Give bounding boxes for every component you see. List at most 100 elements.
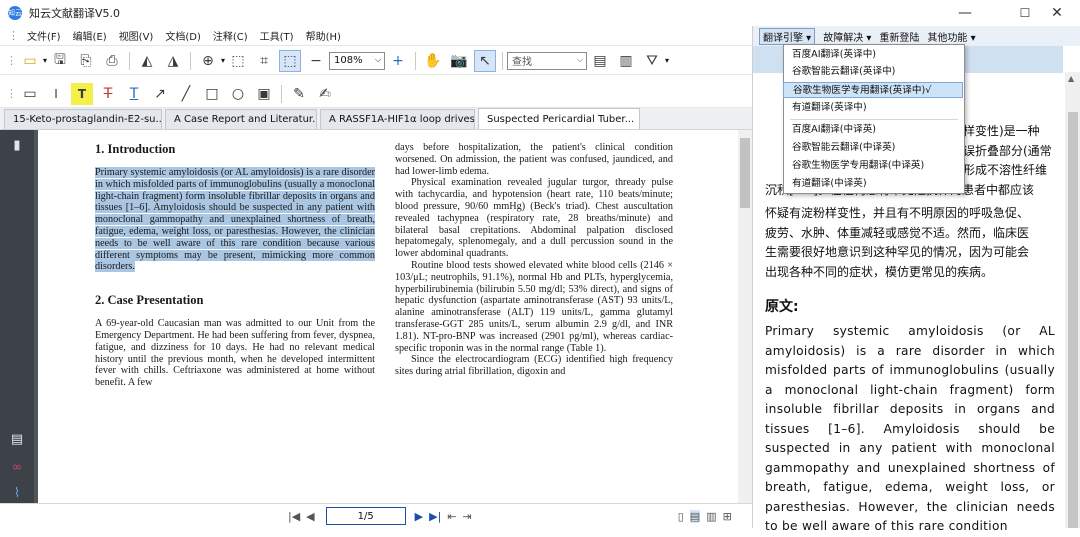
zoom-in-icon[interactable]: ⊕ (197, 50, 219, 72)
engine-option-baidu-en-zh[interactable]: 百度AI翻译(英译中) (792, 47, 957, 63)
title-bar: 知云 知云文献翻译V5.0 — ☐ ✕ (0, 0, 1080, 26)
text-insert-icon[interactable]: I (45, 83, 67, 105)
translation-line: 疲劳、水肿、体重减轻或感觉不适。然而，临床医 (765, 225, 1030, 240)
engine-option-baidu-zh-en[interactable]: 百度AI翻译(中译英) (792, 122, 957, 138)
snapshot-icon[interactable]: 📷 (448, 50, 470, 72)
actual-size-icon[interactable]: ⬚ (279, 49, 302, 72)
menu-tools[interactable]: 工具(T) (254, 28, 300, 43)
search-input[interactable]: 查找 ⌵ (507, 51, 588, 70)
rotate-right-icon[interactable]: ◮ (162, 50, 184, 72)
find-prev-icon[interactable]: ▤ (589, 50, 611, 72)
last-page-icon[interactable]: ▶| (429, 510, 441, 523)
continuous-page-icon[interactable]: ▤ (689, 509, 701, 523)
next-view-icon[interactable]: ⇥ (463, 510, 472, 523)
translation-engine-menu[interactable]: 翻译引擎 ▾ (759, 27, 816, 45)
right-paragraph-2[interactable]: Physical examination revealed jugular tu… (395, 177, 673, 260)
ellipse-icon[interactable]: ○ (227, 83, 249, 105)
translation-scroll-thumb[interactable] (1068, 112, 1078, 528)
rotate-left-icon[interactable]: ◭ (136, 50, 158, 72)
facing-page-icon[interactable]: ▥ (706, 510, 716, 523)
hand-tool-icon[interactable]: ✋ (422, 50, 444, 72)
copy-icon[interactable]: ⎘ (75, 50, 97, 72)
right-paragraph-3[interactable]: Routine blood tests showed elevated whit… (395, 260, 673, 354)
menu-document[interactable]: 文档(D) (159, 28, 207, 43)
highlight-text-icon[interactable]: T (71, 82, 93, 105)
translation-line: 怀疑有淀粉样变性，并且有不明原因的呼吸急促、 (765, 206, 1030, 220)
document-viewer[interactable]: 1. Introduction Primary systemic amyloid… (34, 130, 752, 510)
sign-icon[interactable]: ✍ (314, 83, 336, 105)
right-paragraph-1[interactable]: days before hospitalization, the patient… (395, 142, 673, 177)
main-toolbar: ⋮ ▭ ▾ 🖫 ⎘ ⎙ ◭ ◮ ⊕ ▾ ⬚ ⌗ ⬚ − 108% ⌵ + ✋ 📷 … (0, 47, 752, 75)
scroll-up-icon[interactable]: ▲ (1068, 74, 1074, 83)
menu-help[interactable]: 帮助(H) (300, 28, 347, 43)
right-paragraph-4[interactable]: Since the electrocardiogram (ECG) identi… (395, 354, 673, 378)
engine-option-youdao-zh-en[interactable]: 有道翻译(中译英) (792, 176, 957, 192)
zoom-select[interactable]: 108% ⌵ (329, 51, 386, 70)
engine-option-google-cloud-zh-en[interactable]: 谷歌智能云翻译(中译英) (792, 140, 957, 156)
translation-partial-3: 形成不溶性纤维 (963, 163, 1048, 177)
strikethrough-icon[interactable]: T (97, 83, 119, 105)
case-paragraph[interactable]: A 69-year-old Caucasian man was admitted… (95, 318, 375, 389)
select-tool-icon[interactable]: ↖ (474, 49, 497, 72)
find-next-icon[interactable]: ▥ (615, 50, 637, 72)
stamp-icon[interactable]: ▣ (253, 83, 275, 105)
intro-paragraph[interactable]: Primary systemic amyloidosis (or AL amyl… (95, 167, 375, 273)
edit-note-icon[interactable]: ✎ (288, 83, 310, 105)
prev-page-icon[interactable]: ◀ (306, 510, 314, 523)
comments-panel-icon[interactable]: ▤ (8, 430, 26, 448)
first-page-icon[interactable]: |◀ (288, 510, 300, 523)
translation-content[interactable]: 怀疑有淀粉样变性，并且有不明原因的呼吸急促、 疲劳、水肿、体重减轻或感觉不适。然… (765, 204, 1055, 537)
menu-view[interactable]: 视图(V) (113, 28, 160, 43)
bookmark-panel-icon[interactable]: ▮ (8, 136, 26, 154)
open-folder-icon[interactable]: ▭ (19, 50, 41, 72)
link-panel-icon[interactable]: ∞ (8, 458, 26, 476)
save-icon[interactable]: 🖫 (49, 50, 71, 72)
tab-case-report[interactable]: A Case Report and Literatur... (165, 109, 317, 129)
original-text-heading: 原文: (765, 299, 799, 315)
engine-option-google-bio-en-zh[interactable]: 谷歌生物医学专用翻译(英译中)√ (783, 82, 963, 98)
translation-menu-bar: 翻译引擎 ▾ 故障解决 ▾ 重新登陆 其他功能 ▾ (753, 26, 1080, 46)
zoom-out-icon[interactable]: − (305, 50, 327, 72)
rectangle-icon[interactable]: □ (201, 83, 223, 105)
section-heading-introduction: 1. Introduction (95, 142, 176, 156)
fit-width-icon[interactable]: ⌗ (253, 50, 275, 72)
app-logo-icon: 知云 (8, 6, 22, 20)
underline-icon[interactable]: T (123, 83, 145, 105)
prev-view-icon[interactable]: ⇤ (447, 510, 456, 523)
zoom-plus-icon[interactable]: + (387, 50, 409, 72)
single-page-icon[interactable]: ▯ (678, 510, 684, 523)
relogin-button[interactable]: 重新登陆 (879, 29, 919, 44)
comment-icon[interactable]: ▭ (19, 83, 41, 105)
minimize-button[interactable]: — (942, 0, 988, 26)
app-title: 知云文献翻译V5.0 (29, 7, 121, 20)
menu-edit[interactable]: 编辑(E) (67, 28, 113, 43)
menu-comment[interactable]: 注释(C) (207, 28, 254, 43)
scroll-thumb[interactable] (740, 138, 750, 208)
page-navigation: |◀ ◀ 1/5 ▶ ▶| ⇤ ⇥ ▯ ▤ ▥ ⊞ (0, 503, 752, 528)
engine-option-google-cloud-en-zh[interactable]: 谷歌智能云翻译(英译中) (792, 64, 957, 80)
engine-option-google-bio-zh-en[interactable]: 谷歌生物医学专用翻译(中译英) (792, 158, 957, 174)
tab-15-keto[interactable]: 15-Keto-prostaglandin-E2-su... (4, 109, 162, 129)
attachment-panel-icon[interactable]: ⌇ (8, 484, 26, 502)
print-icon[interactable]: ⎙ (101, 50, 123, 72)
cover-page-icon[interactable]: ⊞ (723, 510, 732, 523)
fit-page-icon[interactable]: ⬚ (227, 50, 249, 72)
page-number-input[interactable]: 1/5 (325, 507, 406, 525)
left-sidebar: ▮ ▤ ∞ ⌇ (0, 130, 34, 510)
engine-option-youdao-en-zh[interactable]: 有道翻译(英译中) (792, 100, 957, 116)
line-icon[interactable]: ╱ (175, 83, 197, 105)
tab-rassf1a[interactable]: A RASSF1A-HIF1α loop drives... (320, 109, 475, 129)
other-functions-menu[interactable]: 其他功能 ▾ (927, 29, 975, 44)
document-scrollbar[interactable] (738, 130, 752, 510)
close-button[interactable]: ✕ (1034, 0, 1080, 26)
translation-scrollbar[interactable]: ▲ (1065, 72, 1080, 528)
arrow-icon[interactable]: ↗ (149, 83, 171, 105)
next-page-icon[interactable]: ▶ (415, 510, 423, 523)
filter-icon[interactable]: ⛛ (641, 50, 663, 72)
selected-text[interactable]: Primary systemic amyloidosis (or AL amyl… (95, 167, 375, 273)
translation-partial-1: 样变性)是一种 (963, 124, 1040, 138)
troubleshoot-menu[interactable]: 故障解决 ▾ (823, 29, 871, 44)
menu-file[interactable]: 文件(F) (21, 28, 67, 43)
translation-line: 生需要很好地意识到这种罕见的情况，因为可能会 (765, 245, 1030, 259)
tab-pericardial[interactable]: Suspected Pericardial Tuber...✕ (478, 108, 640, 129)
